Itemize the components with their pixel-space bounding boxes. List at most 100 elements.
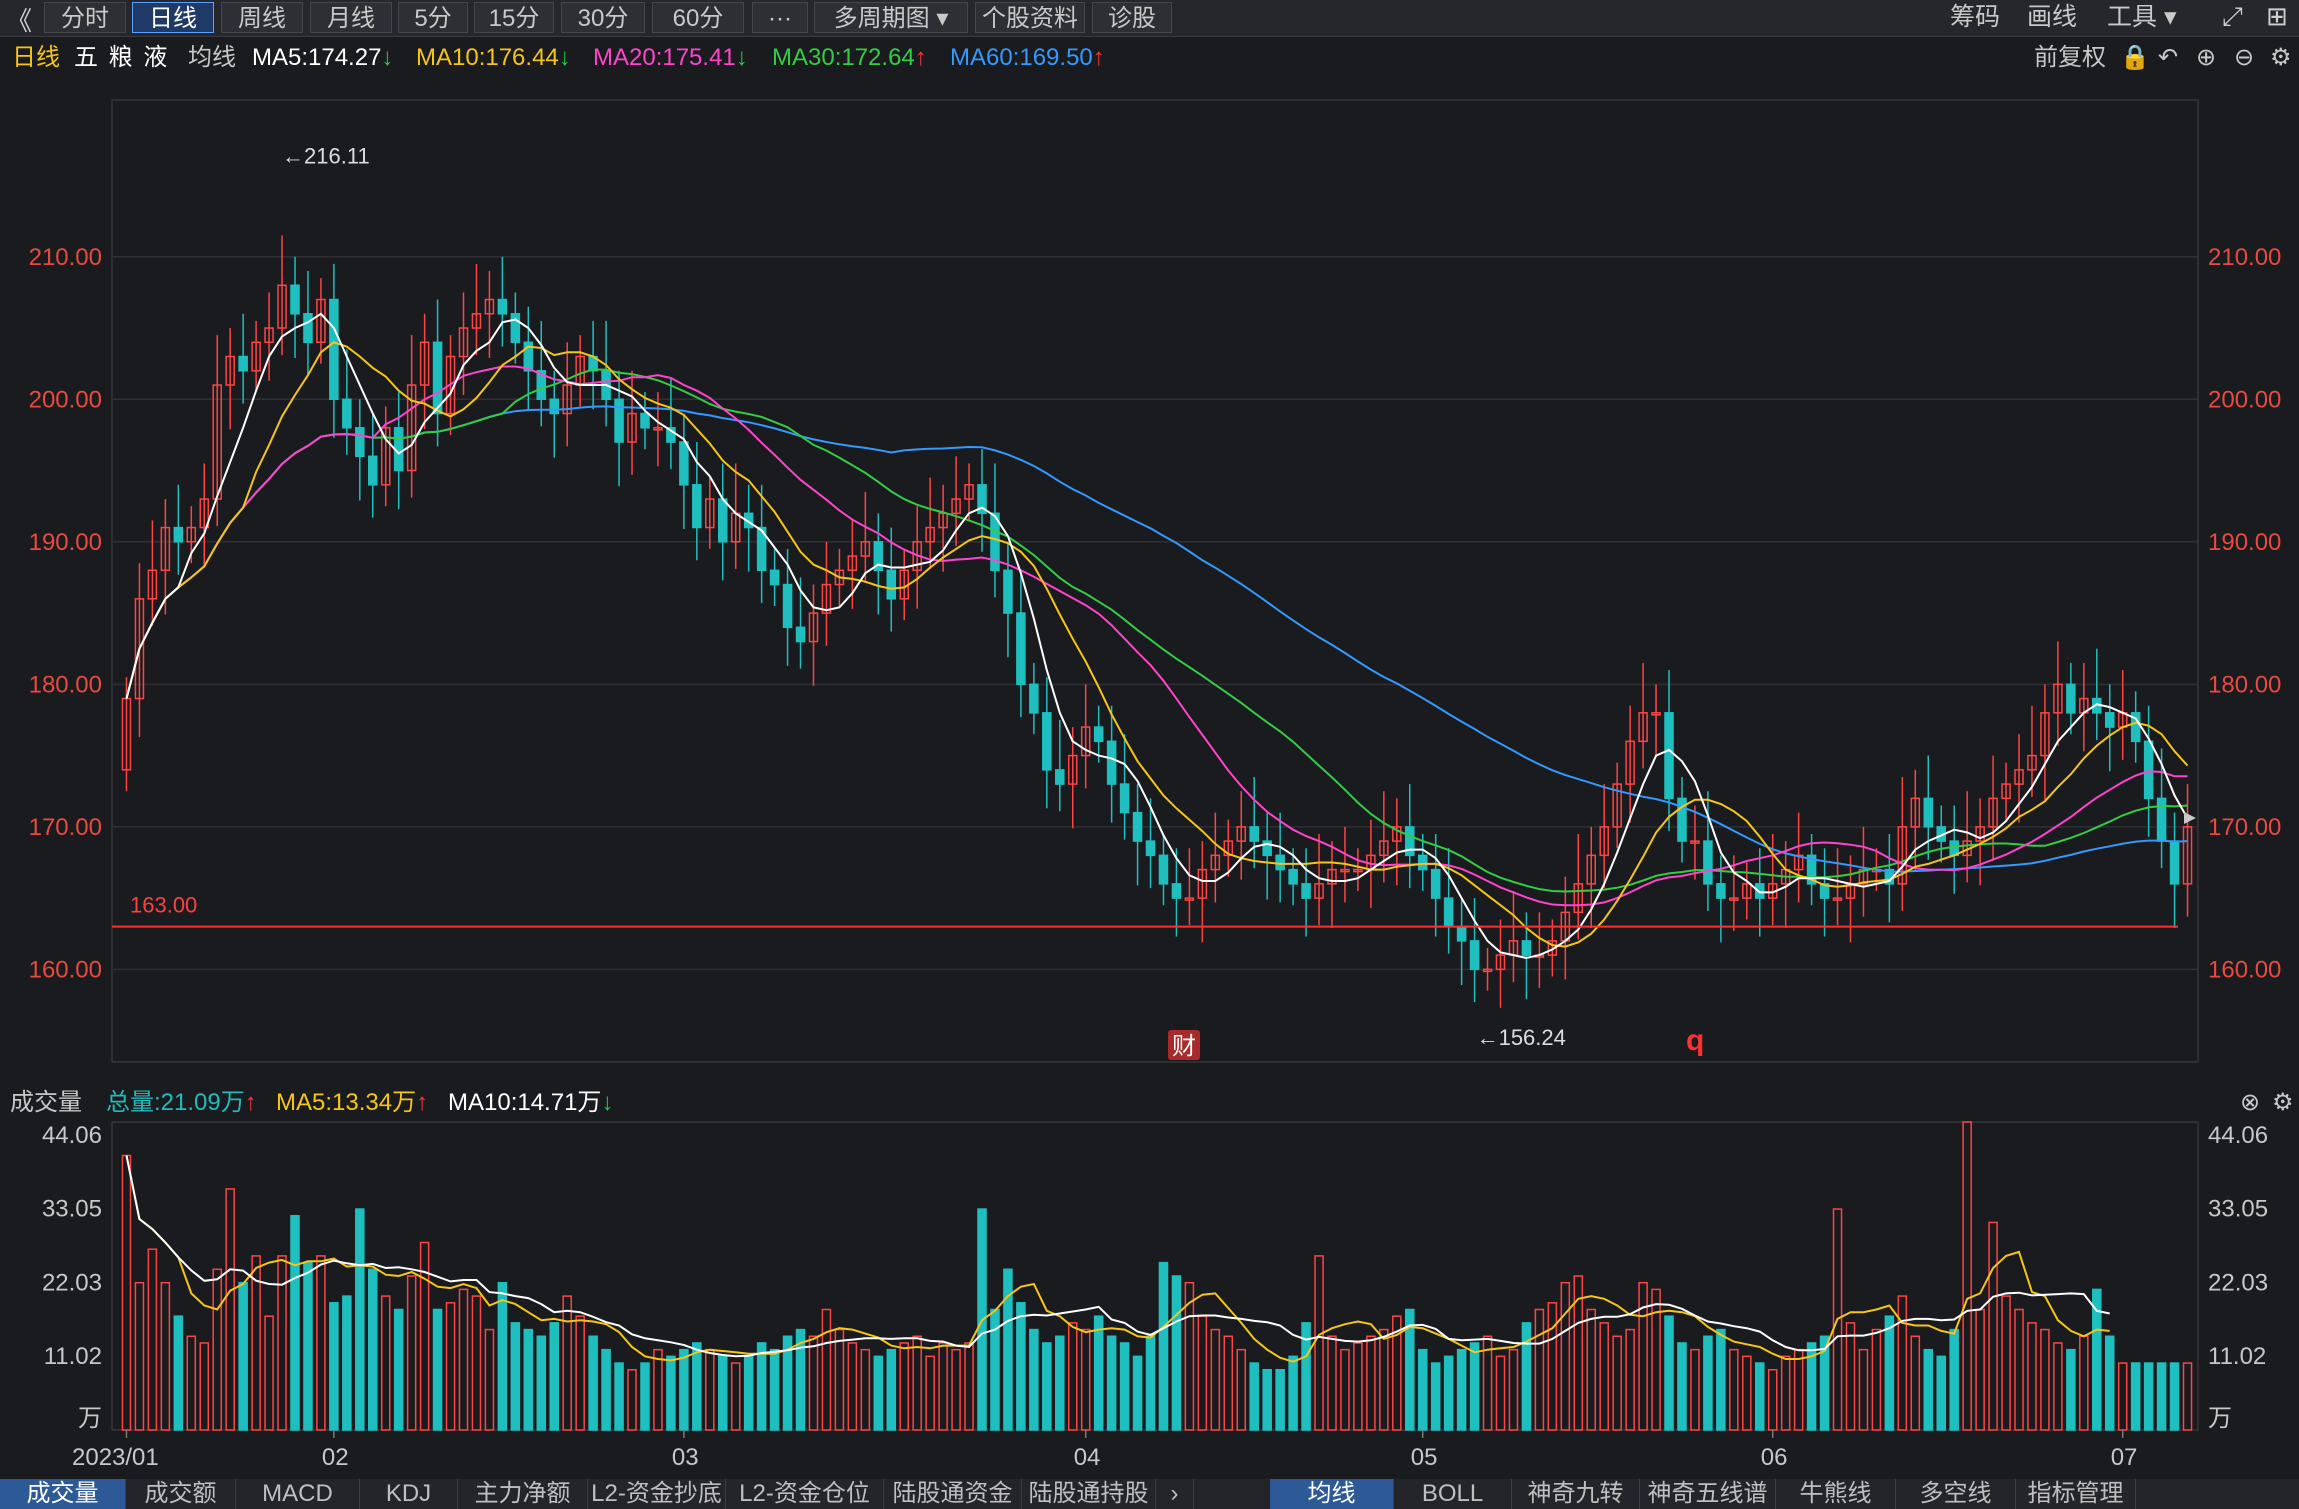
volume-bar: [614, 1362, 624, 1431]
volume-bar: [549, 1322, 560, 1431]
volume-bar: [1742, 1355, 1752, 1431]
indicator-tab-left-5[interactable]: L2-资金抄底: [588, 1479, 726, 1509]
volume-bar: [1055, 1335, 1065, 1431]
kline-chart[interactable]: 210.00 210.00 200.00 200.00 190.00 190.00 180.…: [0, 0, 2299, 1509]
chevron-right-icon[interactable]: ›: [1156, 1479, 1194, 1509]
volume-bar: [406, 1275, 417, 1431]
indicator-tab-right-0[interactable]: 均线: [1270, 1479, 1394, 1509]
volume-bar: [1612, 1335, 1622, 1431]
volume-bar: [2156, 1362, 2167, 1431]
volume-bar: [730, 1362, 741, 1431]
volume-bar: [1962, 1121, 1972, 1431]
candle-body: [1923, 797, 1934, 828]
volume-bar: [1508, 1348, 1519, 1431]
candle-body: [1443, 897, 1454, 928]
volume-ma10-line: [125, 1155, 2110, 1358]
volume-bar: [1936, 1355, 1946, 1431]
candle-body: [2156, 797, 2167, 842]
volume-bar: [173, 1315, 184, 1431]
volume-bar: [1262, 1368, 1272, 1431]
volume-bar: [445, 1302, 456, 1431]
indicator-tab-left-3[interactable]: KDJ: [360, 1479, 458, 1509]
indicator-tab-left-1[interactable]: 成交额: [126, 1479, 236, 1509]
current-price-pointer-icon: [2184, 812, 2196, 824]
volume-bar: [588, 1335, 598, 1431]
indicator-tab-right-4[interactable]: 牛熊线: [1776, 1479, 1896, 1509]
indicator-tab-left-4[interactable]: 主力净额: [458, 1479, 588, 1509]
volume-bar: [1223, 1335, 1234, 1431]
volume-bar: [432, 1308, 443, 1431]
candle-body: [769, 569, 780, 586]
candle-body: [1456, 925, 1467, 942]
volume-bar: [1599, 1322, 1609, 1431]
volume-bar: [1469, 1342, 1480, 1431]
volume-bar: [1366, 1335, 1376, 1431]
candle-body: [1301, 883, 1311, 899]
volume-bar: [1106, 1335, 1117, 1431]
indicator-tab-left-8[interactable]: 陆股通持股: [1022, 1479, 1156, 1509]
candle-body: [692, 484, 702, 529]
candle-body: [1029, 683, 1039, 714]
volume-bar: [640, 1362, 650, 1431]
candle-body: [1469, 940, 1480, 971]
volume-bar: [523, 1328, 534, 1431]
volume-bar: [1093, 1315, 1104, 1431]
volume-bar: [1534, 1308, 1545, 1431]
indicator-tab-right-3[interactable]: 神奇五线谱: [1640, 1479, 1776, 1509]
volume-bar: [769, 1348, 780, 1431]
volume-bar: [2169, 1362, 2180, 1431]
candle-body: [1664, 712, 1674, 800]
volume-bar: [1923, 1348, 1934, 1431]
candle-body: [679, 441, 689, 486]
volume-bar: [1858, 1348, 1869, 1431]
volume-bar: [1016, 1302, 1026, 1431]
indicator-tab-right-2[interactable]: 神奇九转: [1512, 1479, 1640, 1509]
candle-body: [1417, 854, 1428, 871]
volume-bar: [147, 1248, 158, 1431]
volume-bar: [2079, 1335, 2089, 1431]
volume-tick-left: 33.05: [42, 1196, 102, 1223]
x-axis-label: 2023/01: [72, 1444, 159, 1471]
volume-bar: [886, 1348, 897, 1431]
volume-tick-right: 22.03: [2208, 1269, 2268, 1296]
volume-bar: [1042, 1342, 1052, 1431]
indicator-tab-left-6[interactable]: L2-资金仓位: [726, 1479, 884, 1509]
indicator-tab-left-0[interactable]: 成交量: [0, 1479, 126, 1509]
volume-bar: [458, 1288, 469, 1431]
volume-bar: [1897, 1295, 1908, 1431]
volume-bar: [562, 1295, 572, 1431]
price-tick-left: 160.00: [29, 956, 102, 983]
candle-body: [342, 398, 352, 429]
volume-bar: [160, 1281, 171, 1431]
volume-bar: [1664, 1315, 1674, 1431]
indicator-tab-right-1[interactable]: BOLL: [1394, 1479, 1512, 1509]
volume-bar: [1443, 1355, 1454, 1431]
volume-bar: [1067, 1322, 1078, 1431]
indicator-tab-right-5[interactable]: 多空线: [1896, 1479, 2016, 1509]
volume-bar: [1871, 1328, 1882, 1431]
price-tick-right: 200.00: [2208, 386, 2281, 413]
indicator-tab-left-7[interactable]: 陆股通资金: [884, 1479, 1022, 1509]
candle-body: [1275, 854, 1285, 871]
volume-bar: [1625, 1328, 1635, 1431]
x-axis-label: 04: [1074, 1444, 1101, 1471]
volume-bar: [666, 1355, 676, 1431]
x-axis-label: 05: [1411, 1444, 1438, 1471]
volume-bar: [497, 1281, 508, 1431]
indicator-tab-left-2[interactable]: MACD: [236, 1479, 360, 1509]
volume-bar: [355, 1208, 365, 1431]
indicator-tab-right-6[interactable]: 指标管理: [2016, 1479, 2136, 1509]
volume-bar: [1340, 1348, 1350, 1431]
volume-bar: [121, 1154, 132, 1431]
volume-bar: [899, 1342, 909, 1431]
high-annotation: ←216.11: [282, 144, 370, 169]
support-line-label: 163.00: [130, 893, 197, 918]
candle-body: [717, 498, 728, 543]
volume-bar: [2130, 1362, 2141, 1431]
volume-bar: [134, 1281, 145, 1431]
volume-bar: [2001, 1295, 2011, 1431]
volume-bar: [821, 1308, 832, 1431]
volume-bar: [380, 1295, 391, 1431]
volume-bar: [860, 1348, 871, 1431]
volume-bar: [1080, 1328, 1091, 1431]
